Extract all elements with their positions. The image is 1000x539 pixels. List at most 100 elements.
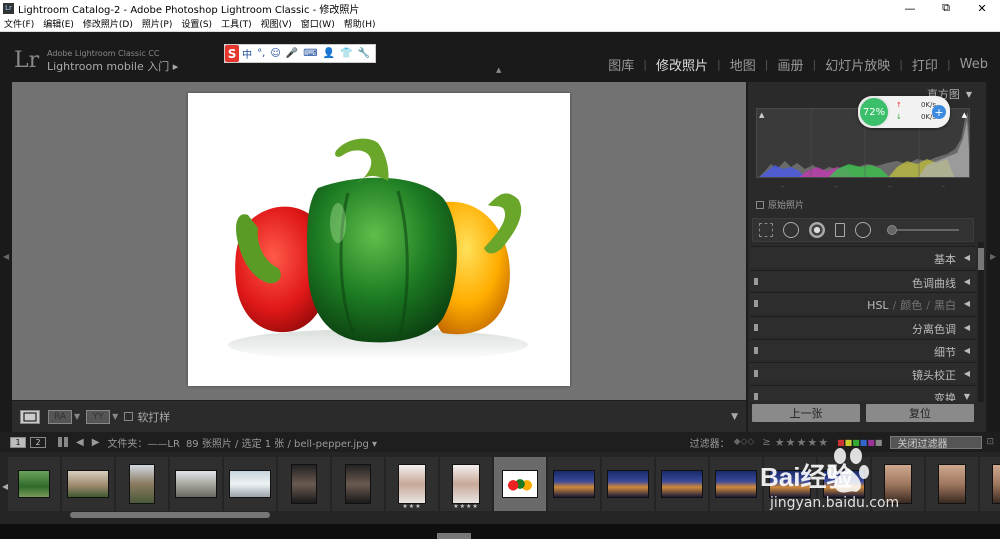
section-split-toning[interactable]: 分离色调 ◀ <box>750 316 976 337</box>
module-map[interactable]: 地图 <box>730 55 756 74</box>
photo-canvas[interactable] <box>12 82 746 400</box>
left-panel-toggle[interactable]: ◀ <box>0 82 12 432</box>
section-toggle-icon[interactable] <box>754 347 758 354</box>
section-lens-correction[interactable]: 镜头校正 ◀ <box>750 362 976 383</box>
before-after-button[interactable]: RA <box>48 409 72 424</box>
before-after-split-button[interactable]: YY <box>86 409 111 424</box>
module-library[interactable]: 图库 <box>608 55 634 74</box>
section-basic[interactable]: 基本 ◀ <box>750 246 976 267</box>
section-toggle-icon[interactable] <box>754 324 758 331</box>
adjustment-brush-icon[interactable] <box>887 225 959 235</box>
original-photo-row[interactable]: 原始照片 <box>756 198 804 211</box>
section-toggle-icon[interactable] <box>754 300 758 307</box>
ime-lang-icon[interactable]: 中 <box>242 46 252 61</box>
loupe-view-button[interactable] <box>20 409 40 424</box>
section-toggle-icon[interactable] <box>754 370 758 377</box>
crop-tool-icon[interactable] <box>759 223 773 237</box>
filmstrip-thumbnail[interactable] <box>656 457 708 511</box>
mobile-intro-link[interactable]: Lightroom mobile 入门 ▸ <box>47 58 178 74</box>
filmstrip-thumbnail[interactable] <box>332 457 384 511</box>
ime-emoji-icon[interactable]: ☺ <box>270 48 280 59</box>
filmstrip-thumbnail[interactable] <box>224 457 276 511</box>
ime-voice-icon[interactable]: 🎤 <box>286 48 298 59</box>
spot-removal-icon[interactable] <box>783 222 799 238</box>
filmstrip-thumbnail[interactable] <box>494 457 546 511</box>
menu-view[interactable]: 视图(V) <box>261 17 292 30</box>
ime-user-icon[interactable]: 👤 <box>323 48 335 59</box>
source-label[interactable]: 文件夹：——LR <box>107 435 180 450</box>
grid-view-icon[interactable] <box>58 437 68 447</box>
toolbar-menu-icon[interactable]: ▼ <box>731 412 738 422</box>
network-speed-widget[interactable]: 72% ↑ 0K/s ↓ 0K/s + <box>858 96 950 128</box>
filmstrip-thumbnail[interactable] <box>602 457 654 511</box>
selection-info[interactable]: 89 张照片 / 选定 1 张 / bell-pepper.jpg ▾ <box>186 435 377 450</box>
module-develop[interactable]: 修改照片 <box>656 55 708 74</box>
filmstrip-thumbnail[interactable] <box>116 457 168 511</box>
section-detail[interactable]: 细节 ◀ <box>750 339 976 360</box>
section-toggle-icon[interactable] <box>754 278 758 285</box>
filmstrip-thumbnail[interactable] <box>170 457 222 511</box>
scrollbar-thumb[interactable] <box>978 248 984 270</box>
back-arrow-icon[interactable]: ◀ <box>76 437 84 448</box>
previous-button[interactable]: 上一张 <box>752 404 860 422</box>
filmstrip-thumbnail[interactable] <box>8 457 60 511</box>
menu-photo[interactable]: 照片(P) <box>142 17 172 30</box>
ime-punct-icon[interactable]: °, <box>257 48 265 59</box>
filmstrip-thumbnail[interactable]: ★★★ <box>386 457 438 511</box>
filmstrip-thumbnail[interactable] <box>926 457 978 511</box>
filmstrip-thumbnail[interactable] <box>278 457 330 511</box>
rating-operator-icon[interactable]: ≥ <box>762 437 770 448</box>
menu-help[interactable]: 帮助(H) <box>344 17 376 30</box>
bottom-panel-toggle[interactable] <box>0 524 1000 539</box>
menu-tools[interactable]: 工具(T) <box>221 17 252 30</box>
filmstrip-thumbnail[interactable] <box>980 457 1000 511</box>
top-panel-toggle-icon[interactable]: ▲ <box>496 66 501 74</box>
bottom-toggle-icon[interactable] <box>437 533 471 539</box>
close-button[interactable]: ✕ <box>964 0 1000 16</box>
right-panel-scrollbar[interactable] <box>978 242 984 402</box>
primary-display-button[interactable]: 1 <box>10 436 26 448</box>
module-web[interactable]: Web <box>960 57 988 72</box>
filmstrip-thumbnail[interactable] <box>62 457 114 511</box>
menu-settings[interactable]: 设置(S) <box>181 17 212 30</box>
module-print[interactable]: 打印 <box>912 55 938 74</box>
menu-file[interactable]: 文件(F) <box>4 17 34 30</box>
menu-window[interactable]: 窗口(W) <box>301 17 335 30</box>
collapse-triangle-icon[interactable]: ▼ <box>966 90 972 99</box>
ime-keyboard-icon[interactable]: ⌨ <box>303 48 317 59</box>
maximize-button[interactable]: ⧉ <box>928 0 964 16</box>
right-panel-toggle[interactable]: ▶ <box>988 82 1000 432</box>
filmstrip-thumbnail[interactable]: ★★★★ <box>440 457 492 511</box>
original-photo-checkbox[interactable] <box>756 200 764 209</box>
section-tone-curve[interactable]: 色调曲线 ◀ <box>750 270 976 291</box>
plus-icon[interactable]: + <box>932 105 946 119</box>
graduated-filter-icon[interactable] <box>835 223 845 237</box>
minimize-button[interactable]: — <box>892 0 928 16</box>
dropdown-arrow-icon[interactable]: ▼ <box>74 412 80 421</box>
rating-filter-stars[interactable]: ★★★★★ <box>775 436 829 449</box>
softproof-checkbox[interactable] <box>124 412 134 421</box>
filter-dropdown[interactable]: 关闭过滤器 <box>890 435 983 450</box>
ime-skin-icon[interactable]: 👕 <box>340 48 352 59</box>
highlight-clip-icon[interactable]: ▲ <box>962 111 967 119</box>
radial-filter-icon[interactable] <box>855 222 871 238</box>
filmstrip-thumbnail[interactable] <box>710 457 762 511</box>
reset-button[interactable]: 复位 <box>866 404 974 422</box>
menu-edit[interactable]: 编辑(E) <box>43 17 74 30</box>
filmstrip-scrollbar[interactable] <box>70 512 270 518</box>
filmstrip[interactable]: ◀ ▶ ★★★★★★★ <box>0 452 1000 524</box>
module-book[interactable]: 画册 <box>777 55 803 74</box>
shadow-clip-icon[interactable]: ▲ <box>759 111 764 119</box>
filmstrip-thumbnail[interactable] <box>548 457 600 511</box>
dropdown-arrow-icon[interactable]: ▼ <box>112 412 118 421</box>
section-toggle-icon[interactable] <box>754 393 758 400</box>
red-eye-icon[interactable] <box>809 222 825 238</box>
secondary-display-button[interactable]: 2 <box>30 436 46 448</box>
color-label-filter[interactable]: ■■■■■■ <box>837 438 882 447</box>
module-slideshow[interactable]: 幻灯片放映 <box>825 55 890 74</box>
sogou-logo-icon[interactable]: S <box>225 45 240 62</box>
filter-lock-icon[interactable]: ⊡ <box>986 437 994 447</box>
forward-arrow-icon[interactable]: ▶ <box>92 437 100 448</box>
ime-tools-icon[interactable]: 🔧 <box>358 48 370 59</box>
section-transform[interactable]: 变换 ▼ <box>750 385 976 401</box>
